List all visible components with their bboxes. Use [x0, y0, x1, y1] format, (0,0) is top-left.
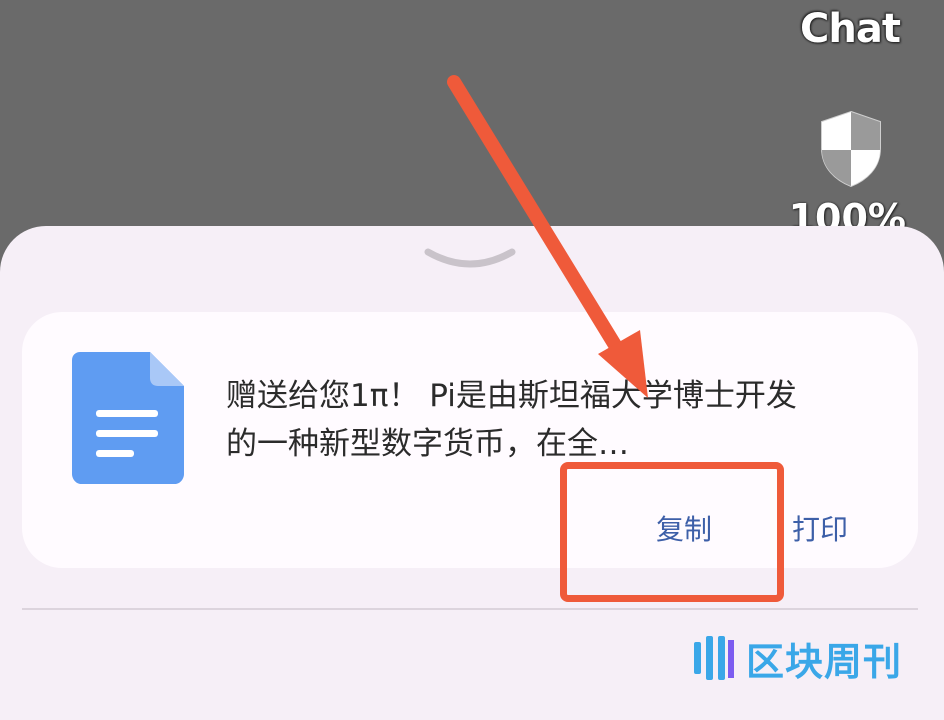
document-icon: [72, 352, 184, 484]
annotation-highlight-box: [560, 462, 784, 602]
watermark-text: 区块周刊: [746, 639, 903, 684]
screen: Chat 100% 赠送给您1π！ Pi是由斯坦福大学博士开发的一种新型数字货币…: [0, 0, 944, 720]
chevron-down-icon[interactable]: [420, 238, 520, 278]
divider: [22, 608, 918, 610]
watermark: 区块周刊: [692, 628, 902, 688]
shield-icon: [821, 110, 881, 188]
watermark-logo-icon: [694, 636, 734, 680]
shared-text-preview: 赠送给您1π！ Pi是由斯坦福大学博士开发的一种新型数字货币，在全…: [226, 378, 797, 462]
print-button[interactable]: 打印: [792, 508, 848, 548]
chat-app-label: Chat: [800, 6, 901, 52]
